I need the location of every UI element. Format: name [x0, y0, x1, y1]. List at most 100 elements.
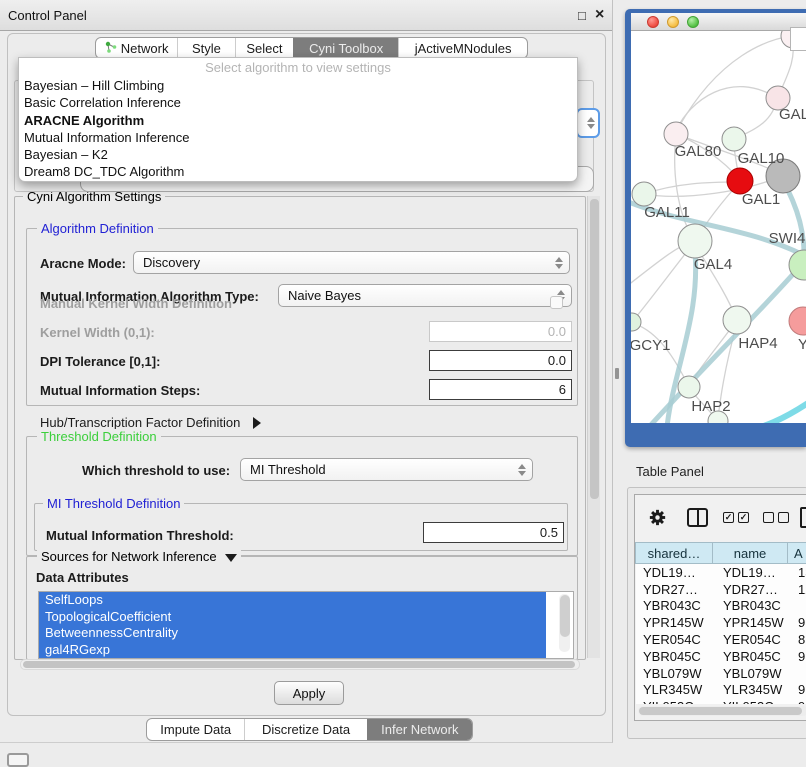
- column-header-shared-name[interactable]: shared…: [635, 542, 713, 564]
- tab-infer-network-label: Infer Network: [381, 722, 458, 737]
- label-y-partial: Y: [798, 336, 806, 353]
- new-table-button[interactable]: [800, 507, 806, 528]
- hub-definition-label: Hub/Transcription Factor Definition: [40, 415, 240, 430]
- tab-impute-data[interactable]: Impute Data: [147, 719, 244, 740]
- mi-threshold-group-title: MI Threshold Definition: [43, 496, 184, 511]
- tab-jactivemnodules[interactable]: jActiveMNodules: [398, 38, 527, 58]
- checked-box-icon: ✓: [738, 512, 749, 523]
- attr-item-betweennesscentrality[interactable]: BetweennessCentrality: [39, 625, 546, 642]
- checked-box-icon: ✓: [723, 512, 734, 523]
- label-gal1: GAL1: [742, 191, 780, 208]
- attribute-list-scrollbar[interactable]: [559, 594, 570, 652]
- table-row[interactable]: YBL079WYBL079W: [636, 665, 806, 682]
- expand-down-icon: [225, 554, 237, 562]
- network-view-window: GAL GAL80 GAL10 GAL1 GAL11 SWI4 GAL4 GCY…: [625, 9, 806, 447]
- settings-vertical-scroll-thumb[interactable]: [590, 199, 599, 499]
- network-scrollbar-sliver[interactable]: [790, 27, 806, 51]
- manual-kernel-label: Manual Kernel Width Definition: [40, 296, 232, 311]
- algorithm-dropdown-prompt: Select algorithm to view settings: [19, 58, 577, 77]
- settings-vertical-scrollbar[interactable]: [587, 196, 600, 658]
- table-body: YDL19…YDL19…13 YDR27…YDR27…12 YBR043CYBR…: [636, 564, 806, 704]
- unselect-all-columns-button[interactable]: [763, 512, 789, 523]
- node-gal4[interactable]: [678, 224, 712, 258]
- attr-item-topologicalcoefficient[interactable]: TopologicalCoefficient: [39, 609, 546, 626]
- minimize-traffic-light[interactable]: [667, 16, 679, 28]
- table-horizontal-scrollbar[interactable]: [638, 706, 806, 716]
- zoom-traffic-light[interactable]: [687, 16, 699, 28]
- screen: Control Panel □ × Network Style Select C…: [0, 0, 806, 762]
- algorithm-combobox-fragment[interactable]: [576, 108, 600, 138]
- table-row[interactable]: YER054CYER054C8.: [636, 631, 806, 648]
- settings-horizontal-scrollbar[interactable]: [20, 659, 580, 670]
- algo-option-bayesian-k2[interactable]: Bayesian – K2: [19, 146, 577, 163]
- network-canvas[interactable]: GAL GAL80 GAL10 GAL1 GAL11 SWI4 GAL4 GCY…: [631, 31, 806, 423]
- table-row[interactable]: YBR043CYBR043C: [636, 598, 806, 615]
- dpi-tolerance-label: DPI Tolerance [0,1]:: [40, 354, 160, 369]
- table-header-row: shared… name A: [635, 542, 806, 564]
- column-header-name[interactable]: name: [713, 542, 788, 564]
- table-settings-button[interactable]: [649, 509, 666, 531]
- algo-option-aracne[interactable]: ARACNE Algorithm: [19, 112, 577, 129]
- which-threshold-combobox[interactable]: MI Threshold: [240, 458, 533, 481]
- table-row[interactable]: YDL19…YDL19…13: [636, 564, 806, 581]
- show-columns-button[interactable]: [687, 508, 708, 527]
- select-all-columns-button[interactable]: ✓ ✓: [723, 512, 749, 523]
- table-row[interactable]: YDR27…YDR27…12: [636, 581, 806, 598]
- mi-threshold-field[interactable]: 0.5: [423, 522, 564, 543]
- aracne-mode-combobox[interactable]: Discovery: [133, 251, 570, 274]
- column-header-partial[interactable]: A: [788, 542, 806, 564]
- close-traffic-light[interactable]: [647, 16, 659, 28]
- node-hap4[interactable]: [723, 306, 751, 334]
- control-panel-title: Control Panel: [8, 8, 87, 23]
- which-threshold-value: MI Threshold: [250, 462, 326, 477]
- network-icon: [105, 41, 117, 56]
- tab-network[interactable]: Network: [96, 38, 177, 58]
- data-attributes-list: SelfLoops TopologicalCoefficient Between…: [38, 591, 574, 659]
- attr-item-selfloops[interactable]: SelfLoops: [39, 592, 546, 609]
- label-hap4: HAP4: [738, 335, 777, 352]
- network-window-titlebar[interactable]: [631, 13, 806, 31]
- tab-jactivemnodules-label: jActiveMNodules: [415, 41, 512, 56]
- tab-discretize-data-label: Discretize Data: [262, 722, 350, 737]
- tab-discretize-data[interactable]: Discretize Data: [244, 719, 366, 740]
- table-row[interactable]: YBR045CYBR045C9.: [636, 648, 806, 665]
- close-window-icon[interactable]: ×: [595, 8, 604, 21]
- panel-divider-handle[interactable]: [615, 368, 619, 379]
- dpi-tolerance-field[interactable]: 0.0: [429, 350, 572, 371]
- float-window-icon[interactable]: □: [578, 9, 586, 22]
- tab-select[interactable]: Select: [235, 38, 293, 58]
- tab-network-label: Network: [121, 41, 169, 56]
- sources-toggle[interactable]: Sources for Network Inference: [37, 549, 241, 564]
- unchecked-box-icon: [763, 512, 774, 523]
- node-gcy1[interactable]: [631, 313, 641, 331]
- apply-button[interactable]: Apply: [274, 681, 344, 705]
- table-row[interactable]: YPR145WYPR145W9.: [636, 614, 806, 631]
- aracne-mode-value: Discovery: [143, 255, 200, 270]
- attr-item-gal4rgexp[interactable]: gal4RGexp: [39, 642, 546, 659]
- settings-horizontal-scroll-thumb[interactable]: [23, 661, 575, 668]
- table-row[interactable]: YIL053CYIL053C9.: [636, 698, 806, 704]
- corner-chip[interactable]: [7, 753, 29, 767]
- algo-option-dream8[interactable]: Dream8 DC_TDC Algorithm: [19, 163, 577, 180]
- algo-option-basic-correlation[interactable]: Basic Correlation Inference: [19, 94, 577, 111]
- label-hap2: HAP2: [691, 398, 730, 415]
- algo-option-mutual-information[interactable]: Mutual Information Inference: [19, 129, 577, 146]
- tab-cyni-toolbox[interactable]: Cyni Toolbox: [293, 38, 398, 58]
- table-horizontal-scroll-thumb[interactable]: [639, 707, 802, 715]
- tab-style[interactable]: Style: [177, 38, 234, 58]
- kernel-width-field[interactable]: 0.0: [429, 321, 572, 342]
- tab-infer-network[interactable]: Infer Network: [367, 719, 472, 740]
- node-salmon[interactable]: [789, 307, 806, 335]
- mi-type-combobox[interactable]: Naive Bayes: [278, 284, 572, 307]
- label-gal10: GAL10: [738, 150, 785, 167]
- algorithm-definition-title: Algorithm Definition: [37, 221, 158, 236]
- node-hap2[interactable]: [678, 376, 700, 398]
- manual-kernel-checkbox[interactable]: [550, 296, 563, 309]
- table-row[interactable]: YLR345WYLR345W9.: [636, 682, 806, 699]
- algo-option-bayesian-hill-climbing[interactable]: Bayesian – Hill Climbing: [19, 77, 577, 94]
- attribute-list-scroll-thumb[interactable]: [560, 595, 570, 637]
- node-gal11[interactable]: [632, 182, 656, 206]
- node-gal10[interactable]: [722, 127, 746, 151]
- control-panel: Control Panel □ × Network Style Select C…: [0, 0, 613, 743]
- mi-steps-field[interactable]: 6: [429, 379, 572, 400]
